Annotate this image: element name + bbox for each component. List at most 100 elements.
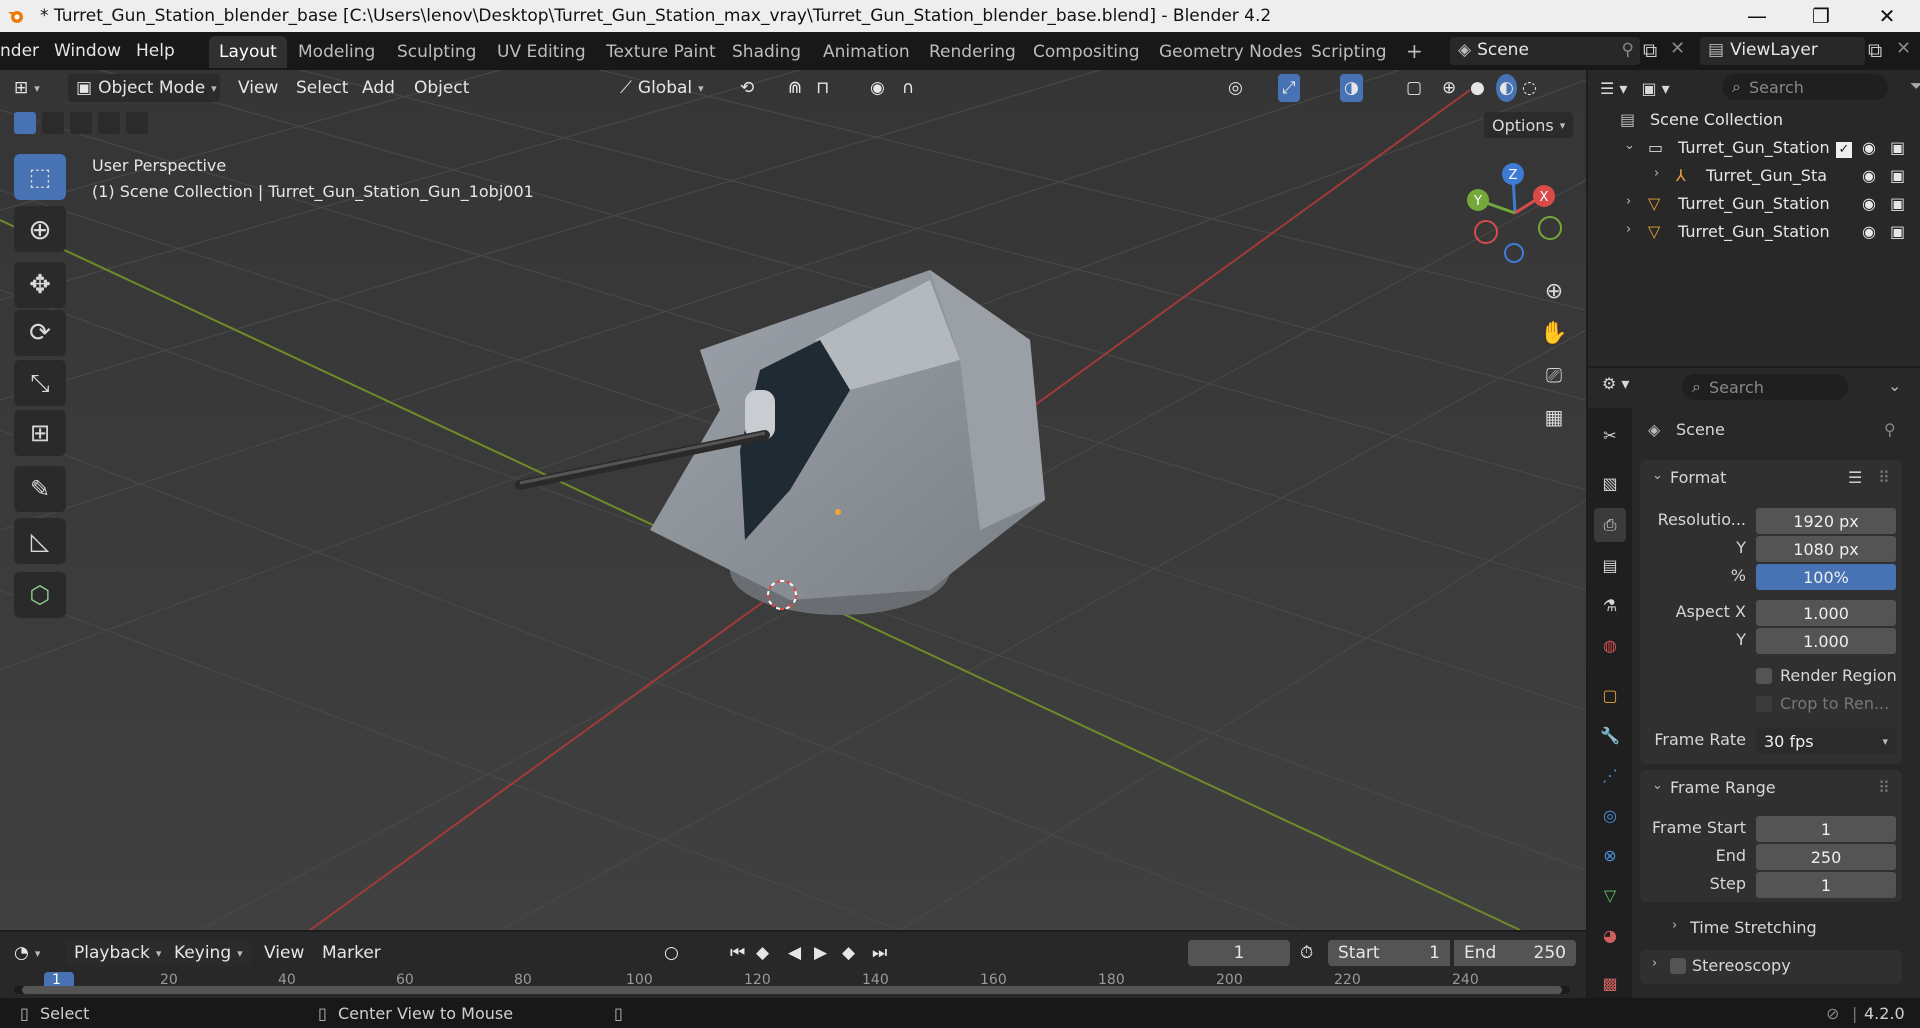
move-tool[interactable]: ✥ [14,262,66,308]
frame-range-header[interactable]: Frame Range [1670,778,1776,797]
add-workspace-button[interactable]: + [1396,36,1433,68]
world-tab-icon[interactable]: ◍ [1594,628,1626,662]
menu-window[interactable]: Window [54,41,121,61]
checkbox-checked-icon[interactable]: ✓ [1836,142,1852,158]
proportional-edit-icon[interactable]: ◉ [870,74,885,102]
pan-button[interactable]: ✋ [1535,314,1573,352]
tab-shading[interactable]: Shading [722,36,811,68]
close-button[interactable]: ✕ [1856,0,1918,32]
xray-icon[interactable]: ▢ [1406,74,1422,102]
properties-editor-icon[interactable]: ⚙ ▾ [1602,374,1629,393]
modifier-tab-icon[interactable]: 🔧 [1594,718,1626,752]
resolution-y-field[interactable]: 1080 px [1756,536,1896,562]
frame-start-field[interactable]: 1 [1756,816,1896,842]
rotate-tool[interactable]: ⟳ [14,310,66,356]
select-subtract-icon[interactable] [70,112,92,134]
tab-modeling[interactable]: Modeling [288,36,385,68]
ortho-toggle-button[interactable]: ▦ [1535,398,1573,436]
jump-start-icon[interactable]: ⏮ [730,940,745,966]
timeline-view-menu[interactable]: View [264,940,304,966]
time-stretching-header[interactable]: Time Stretching [1690,918,1817,937]
visibility-icon[interactable]: ◎ [1228,74,1243,102]
new-view-layer-icon[interactable]: ⧉ [1868,38,1882,62]
render-tab-icon[interactable]: ▧ [1594,466,1626,500]
next-keyframe-icon[interactable]: ◆ [842,940,855,966]
pivot-icon[interactable]: ⟲ [740,74,754,102]
snap-icon[interactable]: ⋒ [788,74,802,102]
editor-type-button[interactable]: ⊞ ▾ [14,74,58,102]
tab-rendering[interactable]: Rendering [919,36,1026,68]
timeline-editor-type[interactable]: ◔ ▾ [14,940,40,966]
frame-end-field[interactable]: 250 [1756,844,1896,870]
aspect-x-field[interactable]: 1.000 [1756,600,1896,626]
menu-add[interactable]: Add [362,74,395,102]
resolution-percent-field[interactable]: 100% [1756,564,1896,590]
particles-tab-icon[interactable]: ⋰ [1594,758,1626,792]
menu-select[interactable]: Select [296,74,348,102]
scene-selector[interactable]: ◈ Scene ⚲ [1450,37,1640,65]
menu-object[interactable]: Object [414,74,469,102]
aspect-y-field[interactable]: 1.000 [1756,628,1896,654]
start-frame-field[interactable]: Start 1 [1328,940,1450,966]
camera-icon[interactable]: ▣ [1890,194,1905,213]
new-scene-icon[interactable]: ⧉ [1643,38,1657,62]
autokey-icon[interactable]: ○ [664,940,679,966]
eye-icon[interactable]: ◉ [1862,222,1876,241]
tab-texture-paint[interactable]: Texture Paint [596,36,726,68]
view-layer-selector[interactable]: ▤ ViewLayer [1700,37,1865,65]
chevron-down-icon[interactable]: ⌄ [1652,778,1663,793]
scale-tool[interactable]: ⤡ [14,360,66,406]
outliner-root[interactable]: ▤ Scene Collection [1588,110,1920,136]
annotate-tool[interactable]: ✎ [14,466,66,512]
tab-layout[interactable]: Layout [209,36,287,68]
frame-rate-dropdown[interactable]: 30 fps ▾ [1756,728,1896,754]
current-frame-field[interactable]: 1 [1188,940,1290,966]
scene-tab-icon[interactable]: ⚗ [1594,588,1626,622]
object-mode-dropdown[interactable]: ▣ Object Mode ▾ [68,74,220,102]
outliner-editor-icon[interactable]: ☰ ▾ [1600,79,1627,98]
end-frame-field[interactable]: End 250 [1454,940,1576,966]
stereoscopy-checkbox[interactable] [1670,958,1686,974]
tool-tab-icon[interactable]: ✂ [1594,418,1626,452]
transform-orientation-dropdown[interactable]: ⟋ Global ▾ [620,74,704,102]
pin-icon[interactable]: ⚲ [1884,420,1896,439]
outliner-item[interactable]: › ⅄ Turret_Gun_Sta ◉ ▣ [1588,166,1920,192]
chevron-right-icon[interactable]: › [1652,956,1657,971]
crop-checkbox[interactable] [1756,696,1772,712]
filter-icon[interactable]: ⏷ [1910,76,1920,96]
tab-scripting[interactable]: Scripting [1301,36,1397,68]
delete-view-layer-icon[interactable]: ✕ [1896,38,1911,59]
render-region-checkbox[interactable] [1756,668,1772,684]
restore-button[interactable]: ❐ [1790,0,1852,32]
drag-handle-icon[interactable]: ⠿ [1878,468,1890,487]
menu-render[interactable]: nder [0,41,39,61]
chevron-down-icon[interactable]: ⌄ [1652,468,1663,483]
data-tab-icon[interactable]: ▽ [1594,878,1626,912]
transform-tool[interactable]: ⊞ [14,410,66,456]
constraints-tab-icon[interactable]: ⊗ [1594,838,1626,872]
presets-icon[interactable]: ☰ [1848,468,1862,487]
stopwatch-icon[interactable]: ⏱ [1300,940,1313,966]
object-tab-icon[interactable]: ▢ [1594,678,1626,712]
menu-help[interactable]: Help [136,41,175,61]
eye-icon[interactable]: ◉ [1862,194,1876,213]
wireframe-shading-icon[interactable]: ⊕ [1442,74,1456,102]
select-intersect-icon[interactable] [126,112,148,134]
marker-menu[interactable]: Marker [322,940,381,966]
tab-uv-editing[interactable]: UV Editing [487,36,596,68]
rendered-shading-icon[interactable]: ◌ [1522,74,1537,102]
tab-sculpting[interactable]: Sculpting [387,36,486,68]
material-shading-icon[interactable]: ◐ [1496,74,1517,102]
output-tab-icon[interactable]: ⎙ [1594,508,1626,542]
outliner-item[interactable]: › ▽ Turret_Gun_Station ◉ ▣ [1588,222,1920,248]
select-extend-icon[interactable] [42,112,64,134]
select-new-icon[interactable] [14,112,36,134]
outliner-item[interactable]: › ▽ Turret_Gun_Station ◉ ▣ [1588,194,1920,220]
play-icon[interactable]: ▶ [814,940,827,966]
playback-menu[interactable]: Playback ▾ [66,940,170,966]
tab-animation[interactable]: Animation [813,36,920,68]
keying-menu[interactable]: Keying ▾ [166,940,251,966]
add-cube-tool[interactable]: ⬡ [14,572,66,618]
jump-end-icon[interactable]: ⏭ [872,940,887,966]
snap-target-icon[interactable]: ⊓ [816,74,829,102]
